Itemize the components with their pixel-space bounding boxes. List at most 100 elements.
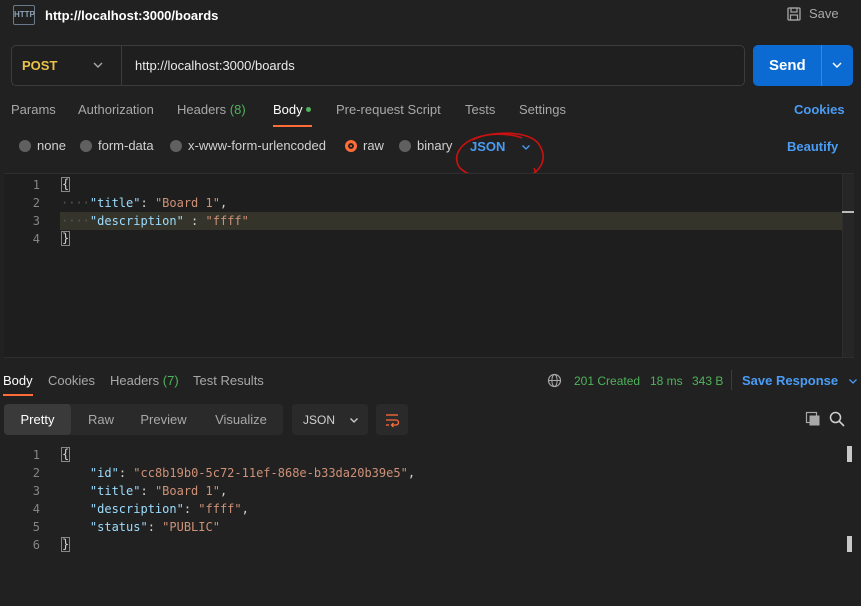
close-brace: } bbox=[61, 537, 71, 552]
radio-raw-label: raw bbox=[363, 138, 384, 153]
radio-circle-selected bbox=[345, 139, 357, 152]
radio-urlencoded[interactable]: x-www-form-urlencoded bbox=[170, 138, 326, 153]
line-number: 4 bbox=[32, 232, 40, 246]
chevron-down-icon bbox=[350, 417, 358, 423]
response-tab-body[interactable]: Body bbox=[3, 373, 33, 388]
response-tab-headers-label: Headers bbox=[110, 373, 160, 388]
radio-binary[interactable]: binary bbox=[399, 138, 452, 153]
scrollbar-thumb[interactable] bbox=[847, 446, 852, 462]
radio-form-data[interactable]: form-data bbox=[80, 138, 154, 153]
tab-authorization[interactable]: Authorization bbox=[78, 102, 154, 117]
chevron-down-icon[interactable] bbox=[831, 59, 843, 71]
json-value: "ffff" bbox=[205, 214, 249, 228]
cookies-link[interactable]: Cookies bbox=[794, 102, 845, 117]
json-key: "title" bbox=[89, 484, 141, 498]
open-brace: { bbox=[61, 447, 71, 462]
code-line: ····"title": "Board 1", bbox=[61, 196, 228, 210]
tab-body-underline bbox=[273, 125, 312, 127]
url-bar: POST http://localhost:3000/boards bbox=[11, 45, 745, 86]
send-button[interactable]: Send bbox=[753, 45, 853, 86]
json-value: "ffff" bbox=[198, 502, 242, 516]
view-pretty-button[interactable]: Pretty bbox=[4, 404, 71, 435]
code-line: { bbox=[61, 177, 71, 192]
json-key: "description" bbox=[89, 214, 184, 228]
tab-headers-count: (8) bbox=[229, 102, 246, 117]
line-number: 5 bbox=[32, 520, 40, 534]
method-label: POST bbox=[22, 58, 58, 73]
line-number: 1 bbox=[32, 178, 40, 192]
save-button[interactable]: Save bbox=[787, 6, 839, 21]
view-raw-button[interactable]: Raw bbox=[71, 404, 131, 435]
tab-pre-request-script[interactable]: Pre-request Script bbox=[336, 102, 441, 117]
json-value: "cc8b19b0-5c72-11ef-868e-b33da20b39e5" bbox=[133, 466, 408, 480]
tab-headers-label: Headers bbox=[177, 102, 227, 117]
view-visualize-button[interactable]: Visualize bbox=[199, 404, 283, 435]
send-divider bbox=[821, 45, 822, 86]
line-number: 3 bbox=[32, 484, 40, 498]
send-label: Send bbox=[769, 57, 806, 74]
tab-body[interactable]: Body bbox=[273, 102, 303, 117]
response-tab-headers[interactable]: Headers (7) bbox=[110, 373, 179, 388]
code-line: "status": "PUBLIC" bbox=[89, 520, 220, 534]
chevron-down-icon bbox=[849, 378, 858, 384]
open-brace: { bbox=[61, 177, 71, 192]
line-number: 3 bbox=[32, 214, 40, 228]
request-body-editor[interactable]: 1 2 3 4 { ····"title": "Board 1", ····"d… bbox=[4, 173, 854, 358]
response-format-select[interactable]: JSON bbox=[292, 404, 368, 435]
editor-scrollbar[interactable] bbox=[842, 174, 854, 357]
response-tab-headers-count: (7) bbox=[162, 373, 179, 388]
beautify-link[interactable]: Beautify bbox=[787, 139, 838, 154]
code-line: ····"description" : "ffff" bbox=[61, 214, 249, 228]
response-tab-test-results[interactable]: Test Results bbox=[193, 373, 264, 388]
json-key: "title" bbox=[89, 196, 141, 210]
response-body-viewer[interactable]: 1 2 3 4 5 6 { "id": "cc8b19b0-5c72-11ef-… bbox=[4, 444, 854, 606]
response-time[interactable]: 18 ms bbox=[650, 374, 683, 388]
json-value: "Board 1" bbox=[154, 196, 220, 210]
json-value: "Board 1" bbox=[154, 484, 220, 498]
scrollbar-thumb[interactable] bbox=[847, 536, 852, 552]
url-input[interactable]: http://localhost:3000/boards bbox=[135, 58, 295, 73]
view-mode-group: Pretty Raw Preview Visualize bbox=[4, 404, 283, 435]
radio-none[interactable]: none bbox=[19, 138, 66, 153]
close-brace: } bbox=[61, 231, 71, 246]
code-line: } bbox=[61, 231, 71, 246]
tab-headers[interactable]: Headers (8) bbox=[177, 102, 246, 117]
method-select[interactable]: POST bbox=[12, 46, 122, 85]
json-key: "id" bbox=[89, 466, 119, 480]
chevron-down-icon[interactable] bbox=[92, 59, 104, 71]
wrap-lines-button[interactable] bbox=[376, 404, 408, 435]
radio-circle bbox=[19, 139, 31, 152]
save-icon bbox=[787, 6, 801, 21]
wrap-lines-icon bbox=[386, 414, 400, 428]
code-line: "title": "Board 1", bbox=[89, 484, 228, 498]
radio-none-label: none bbox=[37, 138, 66, 153]
response-tab-underline bbox=[3, 394, 33, 396]
tab-params[interactable]: Params bbox=[11, 102, 56, 117]
json-key: "description" bbox=[89, 502, 184, 516]
status-badge[interactable]: 201 Created bbox=[574, 374, 640, 388]
response-tab-cookies[interactable]: Cookies bbox=[48, 373, 95, 388]
tab-settings[interactable]: Settings bbox=[519, 102, 566, 117]
radio-circle bbox=[399, 139, 411, 152]
search-icon[interactable] bbox=[829, 411, 845, 427]
http-request-icon: HTTP bbox=[13, 5, 35, 25]
scrollbar-marker bbox=[842, 211, 854, 213]
radio-urlencoded-label: x-www-form-urlencoded bbox=[188, 138, 326, 153]
json-value: "PUBLIC" bbox=[162, 520, 220, 534]
save-response-button[interactable]: Save Response bbox=[742, 373, 858, 388]
tab-tests[interactable]: Tests bbox=[465, 102, 495, 117]
line-number: 6 bbox=[32, 538, 40, 552]
globe-icon[interactable] bbox=[547, 373, 562, 388]
code-line: { bbox=[61, 447, 71, 462]
save-label: Save bbox=[809, 6, 839, 21]
line-number: 2 bbox=[32, 466, 40, 480]
divider bbox=[731, 370, 732, 390]
line-number: 2 bbox=[32, 196, 40, 210]
response-size[interactable]: 343 B bbox=[692, 374, 723, 388]
line-number: 1 bbox=[32, 448, 40, 462]
radio-raw[interactable]: raw bbox=[345, 138, 384, 153]
copy-icon[interactable] bbox=[805, 411, 821, 427]
view-preview-button[interactable]: Preview bbox=[131, 404, 196, 435]
save-response-label: Save Response bbox=[742, 373, 839, 388]
request-title[interactable]: http://localhost:3000/boards bbox=[45, 8, 218, 23]
